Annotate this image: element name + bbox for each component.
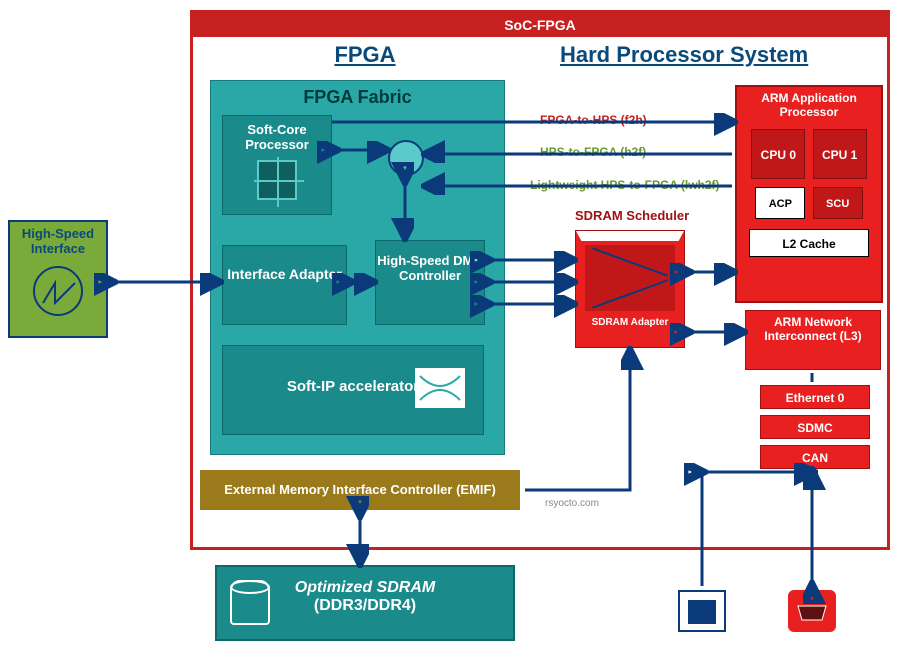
dma-label: High-Speed DMA Controller: [377, 253, 482, 283]
acp-box: ACP: [755, 187, 805, 219]
cpu1-box: CPU 1: [813, 129, 867, 179]
scu-box: SCU: [813, 187, 863, 219]
interface-adapter-box: Interface Adapter: [222, 245, 347, 325]
sdram-adapter-label: SDRAM Adapter: [576, 315, 684, 330]
soft-core-label: Soft-Core Processor: [245, 122, 309, 152]
interface-adapter-label: Interface Adapter: [227, 266, 342, 282]
soft-core-box: Soft-Core Processor: [222, 115, 332, 215]
hps-title: Hard Processor System: [560, 42, 808, 68]
arm-title: ARM Application Processor: [741, 91, 877, 119]
l3-label: ARM Network Interconnect (L3): [764, 315, 861, 343]
hsi-label: High-Speed Interface: [22, 226, 94, 256]
cpu0-box: CPU 0: [751, 129, 805, 179]
switch-icon: [585, 245, 675, 311]
wave-icon: [33, 266, 83, 316]
bus-node-icon: [388, 140, 424, 176]
ethernet-port-icon: [678, 590, 726, 632]
cylinder-icon: [230, 580, 270, 625]
f2h-label: FPGA-to-HPS (f2h): [540, 113, 647, 127]
soft-ip-label: Soft-IP accelerator: [287, 378, 419, 395]
dma-box: High-Speed DMA Controller: [375, 240, 485, 325]
sdram-scheduler-label: SDRAM Scheduler: [575, 208, 689, 223]
emif-box: External Memory Interface Controller (EM…: [200, 470, 520, 510]
can-box: CAN: [760, 445, 870, 469]
sdram-ext-title: Optimized SDRAM: [295, 579, 435, 596]
fabric-title: FPGA Fabric: [211, 81, 504, 114]
can-port-icon: [788, 590, 836, 632]
h2f-label: HPS-to-FPGA (h2f): [540, 145, 646, 159]
arm-processor-box: ARM Application Processor CPU 0 CPU 1 AC…: [735, 85, 883, 303]
soft-ip-box: Soft-IP accelerator: [222, 345, 484, 435]
credit-label: rsyocto.com: [545, 498, 599, 509]
chip-icon: [257, 160, 297, 200]
fpga-title: FPGA: [195, 34, 535, 76]
dna-icon: [415, 368, 465, 408]
sdram-scheduler-box: SDRAM Adapter: [575, 230, 685, 348]
l2-cache-box: L2 Cache: [749, 229, 869, 257]
high-speed-interface-box: High-Speed Interface: [8, 220, 108, 338]
lwh2f-label: Lightweight HPS-to-FPGA (lwh2f): [530, 178, 720, 192]
ethernet-box: Ethernet 0: [760, 385, 870, 409]
l3-interconnect-box: ARM Network Interconnect (L3): [745, 310, 881, 370]
emif-label: External Memory Interface Controller (EM…: [224, 482, 496, 497]
sdram-ext-sub: (DDR3/DDR4): [314, 597, 416, 614]
sdmc-box: SDMC: [760, 415, 870, 439]
